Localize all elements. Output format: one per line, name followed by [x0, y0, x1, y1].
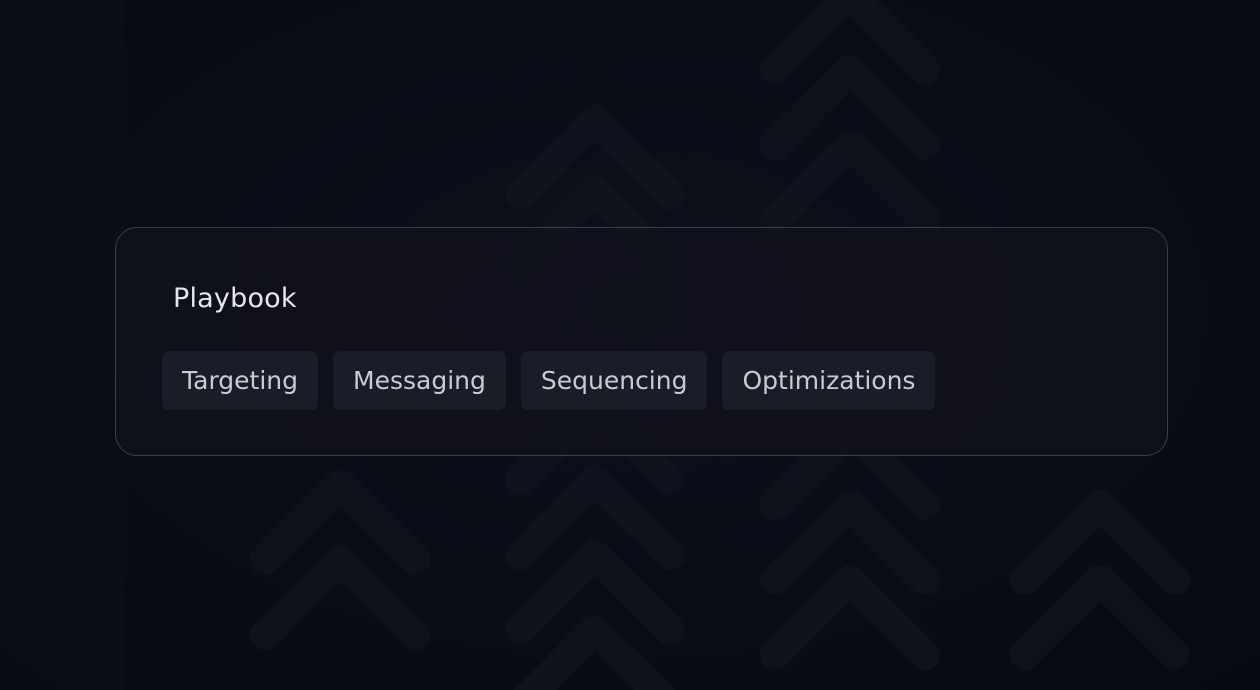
playbook-title: Playbook [173, 283, 297, 314]
playbook-card: Playbook Targeting Messaging Sequencing … [115, 227, 1168, 456]
chip-optimizations[interactable]: Optimizations [722, 351, 936, 410]
chip-sequencing[interactable]: Sequencing [520, 351, 708, 410]
chip-messaging[interactable]: Messaging [333, 351, 506, 410]
chip-targeting[interactable]: Targeting [162, 351, 319, 410]
playbook-chip-list: Targeting Messaging Sequencing Optimizat… [162, 351, 936, 410]
playbook-scene: Playbook Targeting Messaging Sequencing … [0, 0, 1260, 690]
